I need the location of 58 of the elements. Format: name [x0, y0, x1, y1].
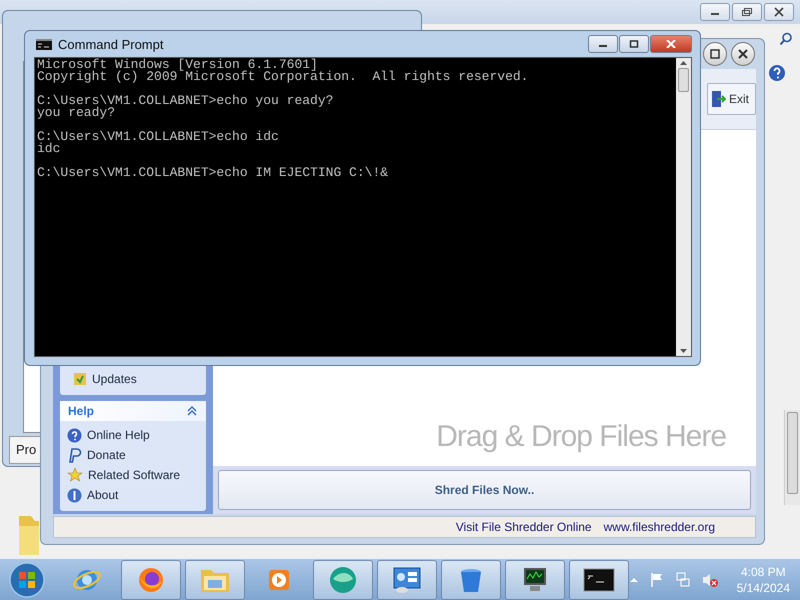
taskbar-button[interactable]: [504, 560, 565, 600]
close-icon: [737, 48, 749, 60]
status-link[interactable]: Visit File Shredder Online: [456, 520, 592, 534]
muted-speaker-icon[interactable]: [700, 572, 719, 588]
sidebar-item[interactable]: Online Help: [60, 425, 206, 445]
scrollbar[interactable]: [784, 410, 800, 505]
console-line: C:\Users\VM1.COLLABNET>echo idc: [37, 131, 279, 143]
taskbar-button[interactable]: [568, 560, 629, 600]
sidebar-item[interactable]: About: [60, 485, 206, 505]
close-button[interactable]: [764, 3, 794, 21]
clock-time: 4:08 PM: [740, 564, 786, 580]
start-button[interactable]: [8, 561, 45, 599]
tab[interactable]: Pro: [9, 436, 41, 464]
maximize-icon: [709, 48, 721, 60]
drop-hint: Drag & Drop Files Here: [436, 420, 726, 454]
sidebar-item[interactable]: Related Software: [60, 465, 206, 485]
restore-button[interactable]: [732, 3, 762, 21]
close-button[interactable]: [731, 42, 755, 66]
maximize-button[interactable]: [703, 42, 727, 66]
close-icon: [773, 7, 785, 17]
control-panel-icon: [390, 565, 423, 595]
sidebar-item[interactable]: Donate: [60, 445, 206, 465]
console-line: idc: [37, 143, 60, 155]
console-line: Microsoft Windows [Version 6.1.7601]: [37, 59, 318, 71]
maximize-icon: [628, 40, 640, 48]
exit-button[interactable]: Exit: [706, 83, 756, 115]
exit-icon: [710, 90, 726, 108]
console-line: C:\Users\VM1.COLLABNET>echo you ready?: [37, 95, 334, 107]
close-button[interactable]: [650, 35, 692, 53]
panel-title: Help: [68, 404, 94, 418]
minimize-button[interactable]: [700, 3, 730, 21]
scrollbar[interactable]: [676, 58, 691, 356]
minimize-button[interactable]: [588, 35, 618, 53]
console-icon: [36, 38, 52, 50]
console-line: C:\Users\VM1.COLLABNET>echo IM EJECTING C:\!&: [37, 167, 388, 179]
taskbar-button[interactable]: [376, 560, 437, 600]
console-line: Copyright (c) 2009 Microsoft Corporation. All rights reserved.: [37, 71, 528, 83]
console-line: you ready?: [37, 107, 116, 119]
clock-date: 5/14/2024: [736, 580, 790, 596]
console-icon: [582, 567, 615, 593]
status-link[interactable]: www.fileshredder.org: [604, 520, 715, 534]
restore-icon: [741, 7, 753, 17]
help-icon[interactable]: [768, 64, 786, 82]
info-icon: [67, 488, 82, 502]
scrollbar-thumb[interactable]: [678, 68, 689, 92]
shred-files-button[interactable]: Shred Files Now..: [218, 470, 751, 510]
close-icon: [665, 40, 677, 48]
update-icon: [73, 372, 87, 386]
show-hidden-icons-icon[interactable]: [628, 576, 639, 584]
window-title: Command Prompt: [58, 36, 164, 52]
star-icon: [67, 467, 83, 483]
question-icon: [67, 428, 82, 442]
maximize-button[interactable]: [619, 35, 649, 53]
search-icon[interactable]: [779, 32, 793, 46]
console-output[interactable]: [35, 58, 676, 356]
collapse-icon[interactable]: [186, 405, 198, 417]
sidebar-item[interactable]: Updates: [66, 369, 200, 389]
paypal-icon: [67, 448, 82, 462]
